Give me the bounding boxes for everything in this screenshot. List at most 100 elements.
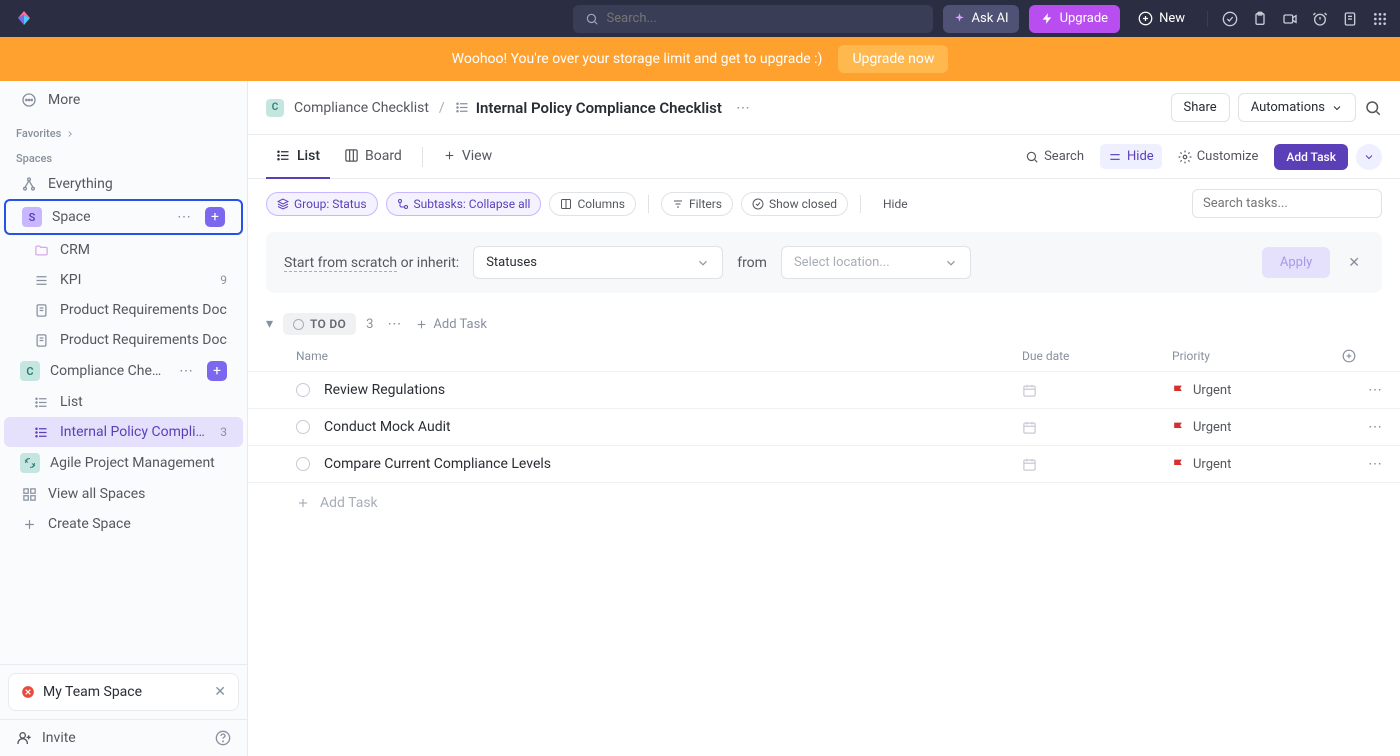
add-task-button[interactable]: Add Task	[1274, 144, 1348, 170]
task-status-circle[interactable]	[296, 457, 310, 471]
task-due-date[interactable]	[1022, 383, 1172, 398]
task-name[interactable]: Compare Current Compliance Levels	[324, 456, 1022, 472]
app-logo[interactable]	[12, 7, 36, 31]
help-icon[interactable]	[215, 730, 231, 746]
task-row[interactable]: Conduct Mock Audit Urgent ⋯	[248, 409, 1400, 446]
search-tasks-input[interactable]	[1192, 189, 1382, 218]
search-icon-button[interactable]	[1364, 99, 1382, 117]
check-circle-icon[interactable]	[1222, 11, 1238, 27]
group-add-task[interactable]: Add Task	[415, 317, 487, 332]
flag-icon	[1172, 421, 1185, 434]
sidebar-create-space[interactable]: Create Space	[4, 509, 243, 539]
sidebar-list[interactable]: List	[4, 387, 243, 417]
add-column-button[interactable]	[1342, 349, 1382, 363]
space-menu[interactable]: ⋯	[173, 209, 195, 225]
upgrade-now-button[interactable]: Upgrade now	[838, 45, 948, 73]
col-due[interactable]: Due date	[1022, 349, 1172, 363]
list-icon	[32, 423, 50, 441]
favorites-heading[interactable]: Favorites	[0, 119, 247, 144]
video-icon[interactable]	[1282, 11, 1298, 27]
status-pill[interactable]: TO DO	[283, 313, 356, 335]
more-horizontal-icon	[20, 91, 38, 109]
sidebar-invite[interactable]: Invite	[0, 719, 247, 756]
search-toggle[interactable]: Search	[1017, 144, 1092, 169]
sidebar-space[interactable]: S Space ⋯ +	[6, 201, 241, 233]
search-input[interactable]	[607, 11, 921, 26]
automations-button[interactable]: Automations	[1238, 93, 1356, 122]
task-menu[interactable]: ⋯	[1342, 382, 1382, 398]
close-icon[interactable]: ✕	[1344, 251, 1364, 275]
document-icon[interactable]	[1342, 11, 1358, 27]
breadcrumb-parent[interactable]: Compliance Checklist	[294, 100, 429, 116]
tab-list[interactable]: List	[266, 135, 330, 179]
task-menu[interactable]: ⋯	[1342, 456, 1382, 472]
list-icon	[32, 393, 50, 411]
inherit-type-select[interactable]: Statuses	[473, 246, 723, 279]
sidebar-agile[interactable]: Agile Project Management	[4, 447, 243, 479]
sidebar-item-kpi[interactable]: KPI 9	[4, 265, 243, 295]
inherit-location-select[interactable]: Select location...	[781, 246, 971, 279]
add-view-button[interactable]: View	[433, 135, 502, 179]
show-closed-chip[interactable]: Show closed	[741, 192, 848, 216]
hide-toggle[interactable]: Hide	[1100, 144, 1162, 169]
task-status-circle[interactable]	[296, 420, 310, 434]
global-search[interactable]	[573, 5, 933, 33]
sidebar-item-prd1[interactable]: Product Requirements Doc	[4, 295, 243, 325]
flag-icon	[1172, 384, 1185, 397]
title-menu[interactable]: ⋯	[732, 100, 754, 116]
sidebar-internal-policy[interactable]: Internal Policy Compli… 3	[4, 417, 243, 447]
customize-button[interactable]: Customize	[1170, 144, 1267, 169]
sidebar-more[interactable]: More	[4, 85, 243, 115]
sidebar-compliance[interactable]: C Compliance Checklist ⋯ +	[4, 355, 243, 387]
sidebar-everything[interactable]: Everything	[4, 169, 243, 199]
space-add-button[interactable]: +	[205, 207, 225, 227]
task-row[interactable]: Compare Current Compliance Levels Urgent…	[248, 446, 1400, 483]
sidebar-item-prd2[interactable]: Product Requirements Doc	[4, 325, 243, 355]
col-priority[interactable]: Priority	[1172, 349, 1342, 363]
add-task-row[interactable]: Add Task	[248, 483, 1400, 523]
team-space-card[interactable]: My Team Space ✕	[8, 673, 239, 711]
clipboard-icon[interactable]	[1252, 11, 1268, 27]
task-priority[interactable]: Urgent	[1172, 420, 1342, 435]
tab-board[interactable]: Board	[334, 135, 412, 179]
task-name[interactable]: Conduct Mock Audit	[324, 419, 1022, 435]
task-row[interactable]: Review Regulations Urgent ⋯	[248, 372, 1400, 409]
task-priority[interactable]: Urgent	[1172, 457, 1342, 472]
compliance-add-button[interactable]: +	[207, 361, 227, 381]
columns-chip[interactable]: Columns	[549, 192, 636, 216]
alarm-icon[interactable]	[1312, 11, 1328, 27]
share-button[interactable]: Share	[1171, 93, 1230, 122]
group-chip[interactable]: Group: Status	[266, 192, 378, 216]
col-name[interactable]: Name	[296, 349, 1022, 363]
sidebar-view-all[interactable]: View all Spaces	[4, 479, 243, 509]
hide-chip[interactable]: Hide	[873, 193, 918, 215]
subtasks-chip[interactable]: Subtasks: Collapse all	[386, 192, 542, 216]
task-name[interactable]: Review Regulations	[324, 382, 1022, 398]
task-due-date[interactable]	[1022, 420, 1172, 435]
network-icon	[20, 175, 38, 193]
spaces-heading[interactable]: Spaces	[0, 144, 247, 169]
sidebar-item-crm[interactable]: CRM	[4, 235, 243, 265]
close-icon[interactable]: ✕	[214, 684, 226, 700]
apply-button[interactable]: Apply	[1262, 247, 1330, 278]
agile-badge	[20, 453, 40, 473]
collapse-toggle[interactable]: ▾	[266, 316, 273, 332]
new-button[interactable]: New	[1130, 5, 1193, 33]
add-task-dropdown[interactable]	[1356, 144, 1382, 170]
group-menu[interactable]: ⋯	[383, 316, 405, 332]
ask-ai-button[interactable]: Ask AI	[943, 5, 1019, 33]
calendar-icon	[1022, 383, 1037, 398]
chevron-down-icon	[1363, 151, 1375, 163]
task-due-date[interactable]	[1022, 457, 1172, 472]
task-status-circle[interactable]	[296, 383, 310, 397]
task-priority[interactable]: Urgent	[1172, 383, 1342, 398]
grid-icon	[20, 485, 38, 503]
compliance-menu[interactable]: ⋯	[175, 363, 197, 379]
task-menu[interactable]: ⋯	[1342, 419, 1382, 435]
upgrade-button[interactable]: Upgrade	[1029, 5, 1120, 33]
status-circle-icon	[293, 319, 304, 330]
filters-chip[interactable]: Filters	[661, 192, 733, 216]
team-space-label: My Team Space	[43, 684, 142, 700]
plus-icon	[443, 149, 456, 162]
apps-grid-icon[interactable]	[1372, 11, 1388, 27]
